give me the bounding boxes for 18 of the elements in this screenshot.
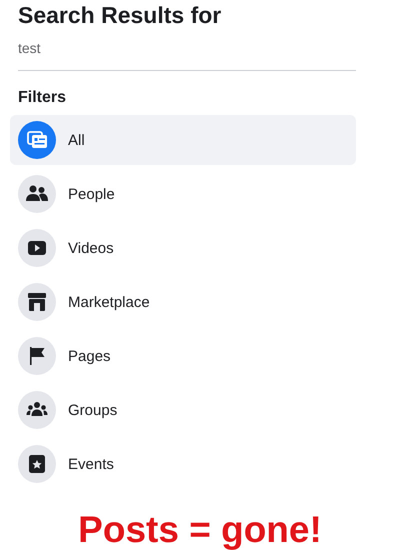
filters-heading: Filters <box>17 89 68 107</box>
filter-item[interactable]: Groups <box>10 385 356 435</box>
filter-item[interactable]: All <box>10 115 356 165</box>
filter-item[interactable]: Videos <box>10 223 356 273</box>
groups-filter-icon <box>18 391 56 429</box>
filter-item[interactable]: Marketplace <box>10 277 356 327</box>
people-filter-icon <box>18 175 56 213</box>
pages-filter-icon <box>18 337 56 375</box>
filter-item[interactable]: Pages <box>10 331 356 381</box>
all-filter-icon <box>18 121 56 159</box>
caption-text: Posts = gone! <box>77 509 323 550</box>
filter-item[interactable]: People <box>10 169 356 219</box>
marketplace-filter-icon <box>18 283 56 321</box>
videos-filter-icon <box>18 229 56 267</box>
search-query: test <box>17 40 42 56</box>
filter-item[interactable]: Events <box>10 439 356 489</box>
events-filter-icon <box>18 445 56 483</box>
page-title: Search Results for <box>17 2 222 29</box>
